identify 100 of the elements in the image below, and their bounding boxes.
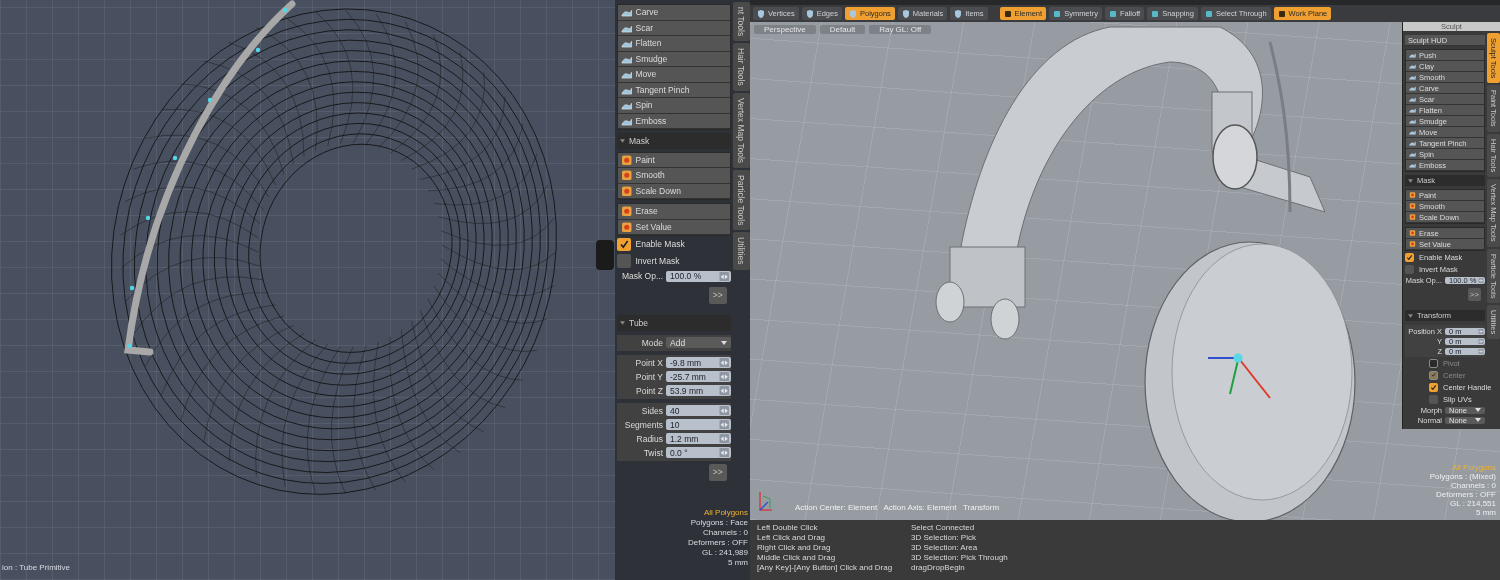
hint-action-text: 3D Selection: Pick Through [911, 553, 1009, 563]
mask-brush-icon [621, 221, 633, 232]
field-label: Radius [635, 433, 663, 444]
shield-icon [757, 9, 765, 18]
mask-brush-icon [1409, 241, 1416, 247]
field-label: Mode [640, 337, 663, 348]
tool-button[interactable]: Erase [618, 204, 730, 220]
hint-action-text: dragDropBegin [911, 563, 966, 573]
info-text: Polygons : Face [690, 518, 748, 527]
collapse-triangle-icon [620, 320, 625, 325]
square-icon [1053, 9, 1062, 18]
info-text: 5 mm [728, 558, 748, 567]
square-icon [1003, 9, 1012, 18]
side-tab[interactable]: Hair Tools [732, 43, 750, 91]
brush-stroke-icon [621, 7, 633, 18]
action-status-text: Action Center: Element Action Axis: Element Transform [795, 503, 1000, 512]
brush-stroke-icon [621, 38, 633, 49]
spinner-arrows-icon [719, 385, 730, 396]
section-header[interactable]: Tube [617, 315, 731, 331]
hint-input-text: Right Click and Drag [757, 543, 832, 553]
mask-brush-icon [1409, 203, 1416, 209]
field-label: Point Z [635, 385, 663, 396]
value-field[interactable]: -25.7 mm [666, 370, 731, 383]
side-tab[interactable]: Vertex Map Tools [732, 92, 750, 168]
spinner-arrows-icon [719, 371, 730, 382]
value-field[interactable]: 1.2 mm [666, 432, 731, 445]
info-text: GL : 241,989 [702, 548, 748, 557]
spinner-arrows-icon [719, 405, 730, 416]
hint-action-text: 3D Selection: Pick [911, 533, 977, 543]
checkbox[interactable] [617, 254, 631, 268]
spinner-arrows-icon [719, 419, 730, 430]
value-field[interactable]: -9.8 mm [666, 356, 731, 369]
tool-button[interactable]: Spin [618, 98, 730, 114]
info-text: GL : 214,551 [1450, 499, 1496, 508]
field-label: Twist [642, 447, 663, 458]
viewport-option[interactable]: Ray GL: Off [869, 25, 932, 34]
hint-input-text: Left Click and Drag [757, 533, 827, 543]
tool-status-text: ion : Tube Primitive [2, 563, 71, 572]
checkbox[interactable] [617, 237, 631, 251]
value-field[interactable]: 100.0 % [666, 270, 731, 282]
viewport-option[interactable]: Default [819, 25, 866, 34]
spinner-arrows-icon [1478, 328, 1484, 334]
expand-button[interactable]: >> [709, 286, 727, 304]
checkbox-label: Enable Mask [635, 239, 685, 250]
shield-icon [954, 9, 963, 18]
spinner-arrows-icon [719, 447, 730, 458]
viewport-option[interactable]: Perspective [754, 25, 816, 34]
dropdown[interactable]: Add [666, 336, 731, 349]
tool-button[interactable]: Move [618, 67, 730, 83]
tool-button[interactable]: Paint [618, 152, 730, 168]
value-field[interactable]: 10 [666, 418, 731, 431]
square-icon [1108, 9, 1117, 18]
square-icon [1151, 9, 1160, 18]
expand-button[interactable]: >> [709, 463, 727, 481]
side-tab[interactable]: Particle Tools [732, 169, 750, 231]
field-label: Sides [640, 405, 663, 416]
spinner-arrows-icon [719, 433, 730, 444]
field-label: Segments [623, 419, 663, 430]
3d-viewport[interactable] [750, 22, 1500, 520]
connector-stub-drawing [596, 240, 614, 270]
checkbox[interactable] [1429, 394, 1438, 404]
brush-stroke-icon [621, 100, 633, 111]
collapse-triangle-icon [620, 138, 625, 143]
square-icon [1277, 9, 1286, 18]
tool-button[interactable]: Flatten [618, 36, 730, 52]
checkbox[interactable] [1405, 252, 1414, 262]
hint-input-text: Left Double Click [757, 523, 819, 533]
info-text: Channels : 0 [703, 528, 748, 537]
value-field[interactable]: 0.0 ° [666, 446, 731, 459]
info-text: All Polygons [1451, 463, 1496, 472]
info-text: Deformers : OFF [1436, 490, 1496, 499]
section-header[interactable]: Mask [617, 133, 731, 149]
mask-brush-icon [621, 154, 633, 165]
info-text: All Polygons [703, 508, 748, 517]
info-text: Deformers : OFF [688, 538, 748, 547]
checkbox[interactable] [1429, 382, 1438, 392]
collapse-triangle-icon [1408, 178, 1413, 183]
side-tab[interactable]: Utilities [732, 232, 750, 270]
brush-stroke-icon [621, 69, 633, 80]
mask-brush-icon [621, 206, 633, 217]
info-text: Polygons : (Mixed) [1429, 472, 1496, 481]
mask-brush-icon [621, 170, 633, 181]
hint-action-text: 3D Selection: Area [911, 543, 979, 553]
spinner-arrows-icon [1478, 348, 1484, 354]
checkbox[interactable] [1405, 264, 1414, 274]
hint-input-text: Middle Click and Drag [757, 553, 837, 563]
value-field[interactable]: 40 [666, 404, 731, 417]
tool-button[interactable]: Carve [618, 5, 730, 21]
side-tab[interactable]: nt Tools [732, 2, 750, 42]
tool-button[interactable]: Smooth [618, 168, 730, 184]
info-text: 5 mm [1476, 508, 1496, 517]
collapse-triangle-icon [1408, 313, 1413, 318]
field-label: Point Y [634, 371, 663, 382]
spinner-arrows-icon [719, 357, 730, 368]
field-label: Mask Op... [620, 271, 663, 282]
value-field[interactable]: 53.9 mm [666, 384, 731, 397]
mask-brush-icon [621, 185, 633, 196]
shield-icon [805, 9, 814, 18]
hint-action-text: Select Connected [911, 523, 976, 533]
checkbox-label: Invert Mask [635, 255, 680, 266]
